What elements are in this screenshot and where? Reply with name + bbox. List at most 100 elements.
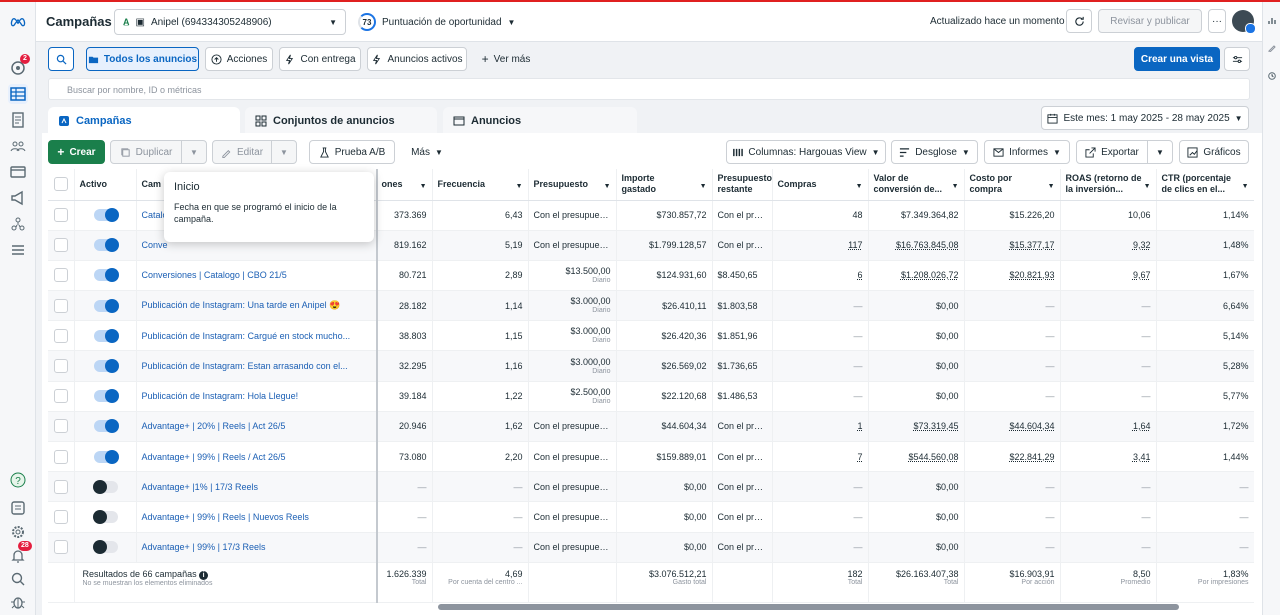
events-manager-icon[interactable] — [8, 214, 28, 234]
help-icon[interactable]: ? — [8, 470, 28, 490]
row-checkbox[interactable] — [53, 298, 68, 313]
col-impressions-header[interactable]: ones ▼ — [376, 169, 433, 201]
col-spent-header[interactable]: Importe gastado ▼ — [616, 169, 713, 201]
alerts-bell-icon[interactable]: 28 — [8, 541, 32, 566]
row-checkbox[interactable] — [53, 389, 68, 404]
bar-chart-icon[interactable] — [1268, 16, 1276, 24]
table-row[interactable]: Conversiones | Catalogo | CBO 21/5 80.721… — [48, 260, 1254, 292]
review-publish-button[interactable]: Revisar y publicar — [1098, 9, 1202, 33]
active-toggle[interactable] — [93, 328, 119, 343]
campaign-name[interactable]: Conversiones | Catalogo | CBO 21/5 — [136, 260, 377, 292]
info-icon[interactable]: i — [199, 570, 209, 580]
campaign-name[interactable]: Publicación de Instagram: Hola Llegue! — [136, 381, 377, 412]
table-row[interactable]: Publicación de Instagram: Estan arrasand… — [48, 350, 1254, 382]
megaphone-icon[interactable] — [8, 188, 28, 208]
campaign-name[interactable]: Advantage+ | 99% | Reels / Act 26/5 — [136, 441, 377, 473]
table-row[interactable]: Publicación de Instagram: Cargué en stoc… — [48, 320, 1254, 352]
table-row[interactable]: Advantage+ | 99% | Reels | Nuevos Reels —… — [48, 501, 1254, 533]
avatar[interactable] — [1232, 10, 1256, 34]
frozen-column-divider[interactable] — [376, 169, 378, 603]
edit-button[interactable]: Editar — [212, 140, 272, 164]
date-range-picker[interactable]: Este mes: 1 may 2025 - 28 may 2025 ▼ — [1041, 106, 1249, 130]
all-tools-menu-icon[interactable] — [8, 240, 28, 260]
table-row[interactable]: Publicación de Instagram: Una tarde en A… — [48, 290, 1254, 322]
table-row[interactable]: Advantage+ | 99% | Reels / Act 26/5 73.08… — [48, 441, 1254, 473]
filter-active-ads-button[interactable]: Anuncios activos — [367, 47, 467, 71]
breakdown-selector[interactable]: Desglose ▼ — [891, 140, 978, 164]
campaign-name[interactable]: Publicación de Instagram: Estan arrasand… — [136, 350, 377, 382]
campaign-name[interactable]: Advantage+ | 99% | 17/3 Reels — [136, 532, 377, 563]
more-options-button[interactable]: ··· — [1208, 9, 1226, 33]
table-row[interactable]: Advantage+ |1% | 17/3 Reels — — Con el pres… — [48, 471, 1254, 503]
billing-card-icon[interactable] — [8, 162, 28, 182]
col-remaining-header[interactable]: Presupuesto restante — [712, 169, 773, 201]
active-toggle[interactable] — [93, 419, 119, 434]
pencil-icon[interactable] — [1268, 44, 1276, 53]
table-row[interactable]: Advantage+ | 99% | 17/3 Reels — — Con el pr… — [48, 532, 1254, 563]
export-button[interactable]: Exportar — [1076, 140, 1148, 164]
campaign-name[interactable]: Publicación de Instagram: Cargué en stoc… — [136, 320, 377, 352]
active-toggle[interactable] — [93, 449, 119, 464]
row-checkbox[interactable] — [53, 449, 68, 464]
col-ctr-header[interactable]: CTR (porcentaje de clics en el... ▼ — [1156, 169, 1254, 201]
opportunity-score[interactable]: 73 Puntuación de oportunidad ▼ — [358, 9, 515, 35]
campaign-name[interactable]: Publicación de Instagram: Una tarde en A… — [136, 290, 377, 322]
row-checkbox[interactable] — [53, 359, 68, 374]
row-checkbox[interactable] — [53, 238, 68, 253]
tab-ads[interactable]: Anuncios — [443, 107, 637, 135]
table-row[interactable]: Publicación de Instagram: Hola Llegue! 39… — [48, 381, 1254, 412]
select-all-checkbox[interactable] — [53, 177, 68, 192]
edit-dropdown[interactable]: ▼ — [271, 140, 297, 164]
horizontal-scrollbar[interactable] — [438, 604, 1179, 610]
active-toggle[interactable] — [93, 359, 119, 374]
audiences-icon[interactable] — [8, 136, 28, 156]
active-toggle[interactable] — [92, 509, 118, 524]
campaign-name[interactable]: Advantage+ | 20% | Reels | Act 26/5 — [136, 411, 377, 443]
table-row[interactable]: Advantage+ | 20% | Reels | Act 26/5 20.94… — [48, 411, 1254, 443]
active-toggle[interactable] — [93, 298, 119, 313]
duplicate-dropdown[interactable]: ▼ — [181, 140, 207, 164]
tab-campaigns[interactable]: Campañas — [48, 107, 240, 135]
create-view-button[interactable]: Crear una vista — [1134, 47, 1220, 71]
view-settings-button[interactable] — [1224, 47, 1250, 71]
filter-actions-button[interactable]: Acciones — [205, 47, 273, 71]
campaign-name[interactable]: Advantage+ | 99% | Reels | Nuevos Reels — [136, 501, 377, 533]
search-toggle-button[interactable] — [48, 47, 74, 71]
col-frequency-header[interactable]: Frecuencia ▼ — [432, 169, 529, 201]
active-toggle[interactable] — [93, 268, 119, 283]
col-purchases-header[interactable]: Compras ▼ — [772, 169, 869, 201]
export-dropdown[interactable]: ▼ — [1147, 140, 1173, 164]
active-toggle[interactable] — [92, 540, 118, 555]
create-button[interactable]: + Crear — [48, 140, 105, 164]
settings-gear-icon[interactable] — [8, 522, 28, 542]
tab-adsets[interactable]: Conjuntos de anuncios — [245, 107, 437, 135]
duplicate-button[interactable]: Duplicar — [110, 140, 182, 164]
see-more-button[interactable]: + Ver más — [474, 47, 538, 71]
row-checkbox[interactable] — [53, 509, 68, 524]
columns-selector[interactable]: Columnas: Hargouas View ▼ — [726, 140, 886, 164]
col-conv-value-header[interactable]: Valor de conversión de... ▼ — [868, 169, 965, 201]
refresh-button[interactable] — [1066, 9, 1092, 33]
col-active-header[interactable]: Activo — [74, 169, 137, 201]
reports-selector[interactable]: Informes ▼ — [984, 140, 1070, 164]
search-icon[interactable] — [8, 569, 28, 589]
filter-with-delivery-button[interactable]: Con entrega — [279, 47, 361, 71]
reports-icon[interactable] — [8, 498, 28, 518]
row-checkbox[interactable] — [53, 328, 68, 343]
row-checkbox[interactable] — [53, 419, 68, 434]
search-input[interactable]: Buscar por nombre, ID o métricas — [48, 78, 1250, 100]
bug-report-icon[interactable] — [8, 592, 28, 612]
ab-test-button[interactable]: Prueba A/B — [309, 140, 395, 164]
pages-icon[interactable] — [8, 110, 28, 130]
active-toggle[interactable] — [93, 389, 119, 404]
row-checkbox[interactable] — [53, 540, 68, 555]
history-clock-icon[interactable] — [1268, 72, 1276, 80]
active-toggle[interactable] — [93, 208, 119, 223]
campaigns-table-icon[interactable] — [8, 84, 28, 104]
active-toggle[interactable] — [92, 479, 118, 494]
active-toggle[interactable] — [93, 238, 119, 253]
row-checkbox[interactable] — [53, 268, 68, 283]
col-cpp-header[interactable]: Costo por compra ▼ — [964, 169, 1061, 201]
charts-button[interactable]: Gráficos — [1179, 140, 1249, 164]
more-actions-button[interactable]: Más ▼ — [401, 140, 453, 164]
